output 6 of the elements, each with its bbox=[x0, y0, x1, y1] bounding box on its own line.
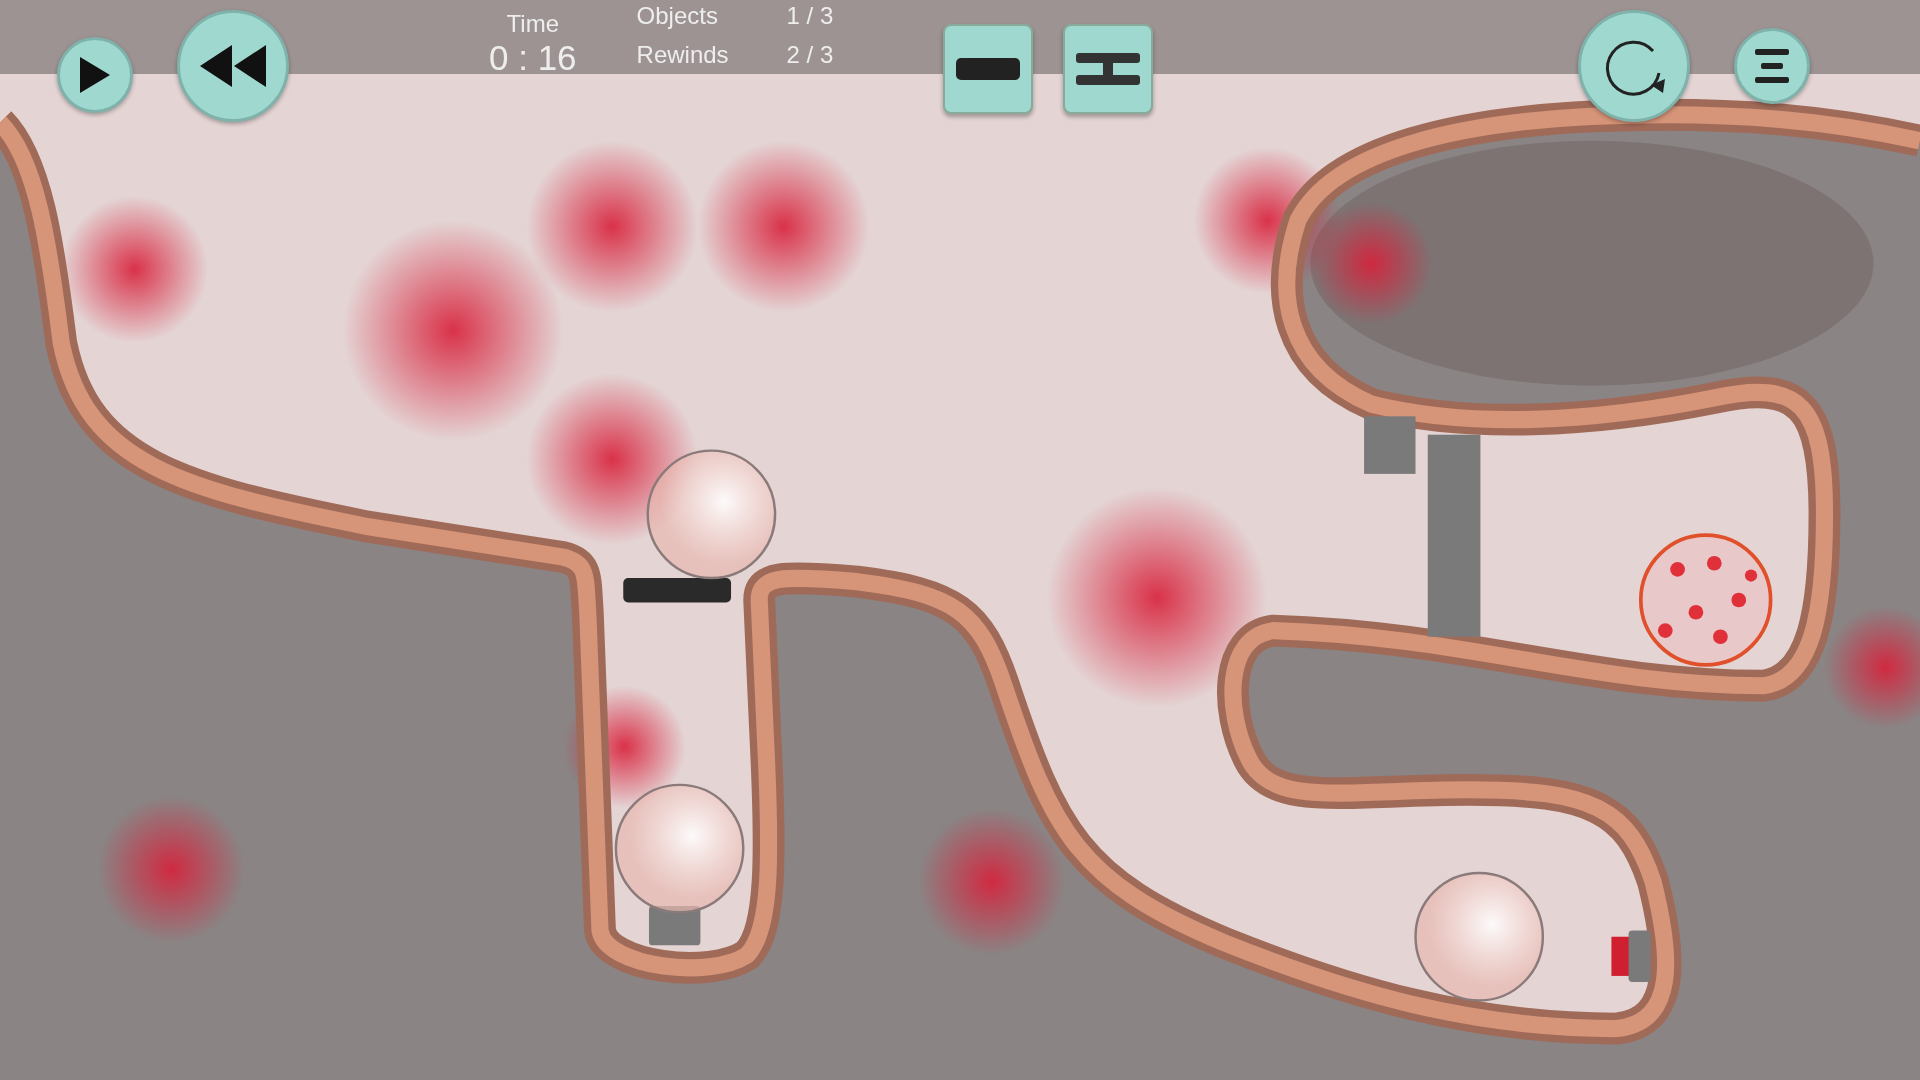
timer-label: Time bbox=[506, 10, 559, 38]
stat-value: 2 / 3 bbox=[786, 41, 834, 69]
stat-label: Objects bbox=[636, 2, 719, 30]
stat-value: 1 / 3 bbox=[786, 2, 834, 30]
timer-value: 0 : 16 bbox=[489, 38, 577, 78]
stat-label: Rewinds bbox=[636, 41, 730, 69]
